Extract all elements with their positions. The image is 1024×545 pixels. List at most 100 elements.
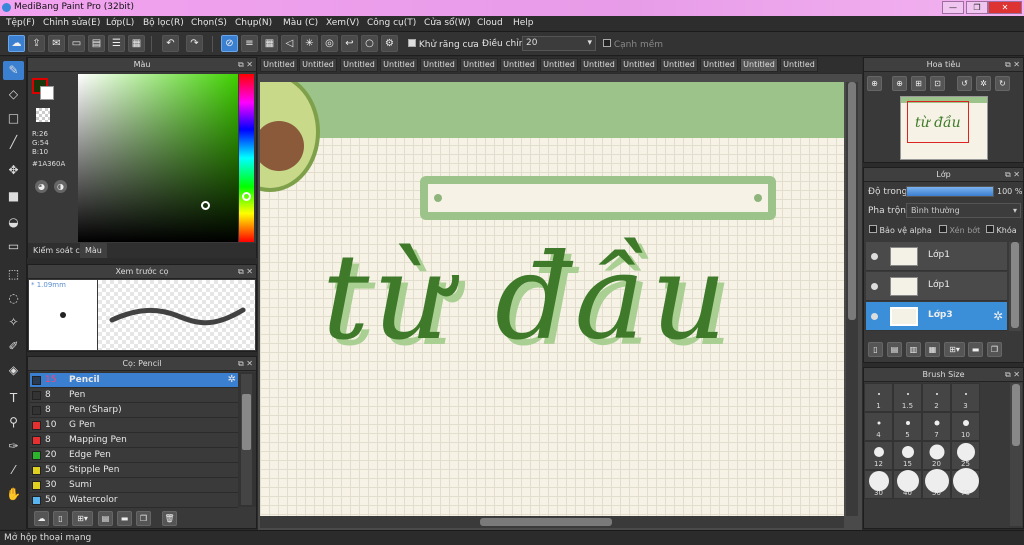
layer-row[interactable]: Lớp1 bbox=[866, 272, 1007, 301]
visibility-icon[interactable] bbox=[871, 313, 878, 320]
brush-size-cell[interactable]: 40 bbox=[893, 470, 922, 499]
menu-file[interactable]: Tệp(F) bbox=[6, 18, 35, 28]
rectangle-tool-icon[interactable]: □ bbox=[3, 109, 24, 128]
redo-icon[interactable]: ↷ bbox=[186, 35, 203, 52]
gradient-tool-icon[interactable]: ▭ bbox=[3, 237, 24, 256]
clip-checkbox[interactable]: Xén bớt bbox=[939, 225, 980, 235]
color-picker-handle[interactable] bbox=[201, 201, 210, 210]
trash-icon[interactable]: 🗑 bbox=[162, 511, 177, 526]
brush-list-scrollbar[interactable] bbox=[241, 374, 252, 505]
maximize-button[interactable]: ❐ bbox=[966, 1, 988, 14]
tab-untitled-10[interactable]: Untitled bbox=[620, 58, 658, 72]
menu-filter[interactable]: Bộ lọc(R) bbox=[143, 18, 184, 28]
brush-item-stipple-pen[interactable]: 50 Stipple Pen bbox=[30, 463, 238, 478]
add-brush-icon[interactable]: ⊞▾ bbox=[72, 511, 93, 526]
dropper-tool-icon[interactable]: ✑ bbox=[3, 437, 24, 456]
brush-item-pen[interactable]: 8 Pen bbox=[30, 388, 238, 403]
panel-close-icon[interactable]: ⧉ ✕ bbox=[238, 265, 253, 278]
menu-edit[interactable]: Chỉnh sửa(E) bbox=[43, 18, 100, 28]
visibility-icon[interactable] bbox=[871, 283, 878, 290]
checkbox-icon[interactable] bbox=[869, 225, 877, 233]
new-halftone-layer-icon[interactable]: ▤ bbox=[887, 342, 902, 357]
brush-item-sumi[interactable]: 30 Sumi bbox=[30, 478, 238, 493]
tab-untitled-13[interactable]: Untitled bbox=[740, 58, 778, 72]
tab-untitled-9[interactable]: Untitled bbox=[580, 58, 618, 72]
menu-help[interactable]: Help bbox=[513, 18, 534, 28]
brush-size-cell[interactable]: 50 bbox=[922, 469, 951, 499]
blend-mode-select[interactable]: Bình thường ▾ bbox=[906, 203, 1021, 218]
snap-radial-icon[interactable]: ✳ bbox=[301, 35, 318, 52]
move-tool-icon[interactable]: ✥ bbox=[3, 161, 24, 180]
brush-size-scrollbar[interactable] bbox=[1010, 383, 1022, 526]
navigator-thumbnail[interactable]: từ đầu bbox=[900, 96, 988, 160]
new-8bit-layer-icon[interactable]: ▥ bbox=[906, 342, 921, 357]
scrollbar-thumb[interactable] bbox=[1012, 384, 1020, 446]
tab-untitled-14[interactable]: Untitled bbox=[780, 58, 818, 72]
tab-untitled-5[interactable]: Untitled bbox=[420, 58, 458, 72]
fit-icon[interactable]: ⊞ bbox=[911, 76, 926, 91]
menu-color[interactable]: Màu (C) bbox=[283, 18, 318, 28]
actual-size-icon[interactable]: ⊡ bbox=[930, 76, 945, 91]
palette-add-icon[interactable]: ◑ bbox=[54, 180, 67, 193]
undo-icon[interactable]: ↶ bbox=[162, 35, 179, 52]
scrollbar-thumb[interactable] bbox=[242, 394, 251, 450]
tab-untitled-4[interactable]: Untitled bbox=[380, 58, 418, 72]
gear-icon[interactable]: ✲ bbox=[993, 309, 1003, 323]
hue-handle[interactable] bbox=[242, 192, 251, 201]
brush-size-cell[interactable]: 5 bbox=[893, 412, 922, 441]
snap-cross-icon[interactable]: ▦ bbox=[261, 35, 278, 52]
duplicate-icon[interactable]: ❐ bbox=[987, 342, 1002, 357]
menu-capture[interactable]: Chụp(N) bbox=[235, 18, 272, 28]
menu-select[interactable]: Chọn(S) bbox=[191, 18, 227, 28]
soft-edge-checkbox[interactable]: Cạnh mềm bbox=[603, 39, 663, 50]
brush-item-pen-sharp[interactable]: 8 Pen (Sharp) bbox=[30, 403, 238, 418]
tab-untitled-1[interactable]: Untitled bbox=[260, 58, 298, 72]
canvas-horizontal-scrollbar[interactable] bbox=[260, 516, 844, 528]
tab-untitled-11[interactable]: Untitled bbox=[660, 58, 698, 72]
lock-checkbox[interactable]: Khóa bbox=[986, 225, 1017, 235]
menu-cloud[interactable]: Cloud bbox=[477, 18, 503, 28]
menu-layer[interactable]: Lớp(L) bbox=[106, 18, 134, 28]
background-color-swatch[interactable] bbox=[40, 86, 54, 100]
hue-slider[interactable] bbox=[239, 74, 254, 242]
tab-untitled-6[interactable]: Untitled bbox=[460, 58, 498, 72]
opacity-slider[interactable] bbox=[906, 186, 994, 197]
eyedropper-tool-icon[interactable]: ⁄ bbox=[3, 461, 24, 480]
minimize-button[interactable]: — bbox=[942, 1, 964, 14]
new-layer-icon[interactable]: ▯ bbox=[868, 342, 883, 357]
panel-close-icon[interactable]: ⧉ ✕ bbox=[238, 357, 253, 370]
cloud-icon[interactable]: ☁ bbox=[8, 35, 25, 52]
palette-icon[interactable]: ◕ bbox=[35, 180, 48, 193]
reset-view-icon[interactable]: ✲ bbox=[976, 76, 991, 91]
brush-size-cell[interactable]: 70 bbox=[951, 468, 980, 499]
brush-size-cell[interactable]: 1.5 bbox=[893, 383, 922, 412]
layer-row[interactable]: Lớp1 bbox=[866, 242, 1007, 271]
line-tool-icon[interactable]: ╱ bbox=[3, 133, 24, 152]
magic-wand-tool-icon[interactable]: ✧ bbox=[3, 313, 24, 332]
menu-window[interactable]: Cửa sổ(W) bbox=[424, 18, 470, 28]
scrollbar-thumb[interactable] bbox=[1011, 242, 1019, 328]
brush-size-cell[interactable]: 20 bbox=[922, 441, 951, 470]
menu-view[interactable]: Xem(V) bbox=[326, 18, 359, 28]
checkbox-icon[interactable] bbox=[986, 225, 994, 233]
layer-row-selected[interactable]: Lớp3 ✲ bbox=[866, 302, 1007, 331]
brush-size-cell[interactable]: 4 bbox=[864, 412, 893, 441]
snap-off-icon[interactable]: ⊘ bbox=[221, 35, 238, 52]
new-1bit-layer-icon[interactable]: ▦ bbox=[925, 342, 940, 357]
lasso-tool-icon[interactable]: ◌ bbox=[3, 289, 24, 308]
visibility-icon[interactable] bbox=[871, 253, 878, 260]
hand-tool-icon[interactable]: ✋ bbox=[3, 485, 24, 504]
brush-item-watercolor[interactable]: 50 Watercolor bbox=[30, 493, 238, 508]
share-icon[interactable]: ⇪ bbox=[28, 35, 45, 52]
correction-select[interactable]: 20 ▾ bbox=[522, 36, 596, 51]
brush-item-mapping-pen[interactable]: 8 Mapping Pen bbox=[30, 433, 238, 448]
folder-icon[interactable]: ▬ bbox=[968, 342, 983, 357]
brush-size-cell[interactable]: 2 bbox=[922, 383, 951, 412]
zoom-in-icon[interactable]: ⊕ bbox=[867, 76, 882, 91]
transparent-color-swatch[interactable] bbox=[36, 108, 50, 122]
snap-ellipse-icon[interactable]: ○ bbox=[361, 35, 378, 52]
checkbox-icon[interactable] bbox=[603, 39, 611, 47]
snap-settings-icon[interactable]: ⚙ bbox=[381, 35, 398, 52]
duplicate-icon[interactable]: ❐ bbox=[136, 511, 151, 526]
document-icon[interactable]: ▤ bbox=[88, 35, 105, 52]
